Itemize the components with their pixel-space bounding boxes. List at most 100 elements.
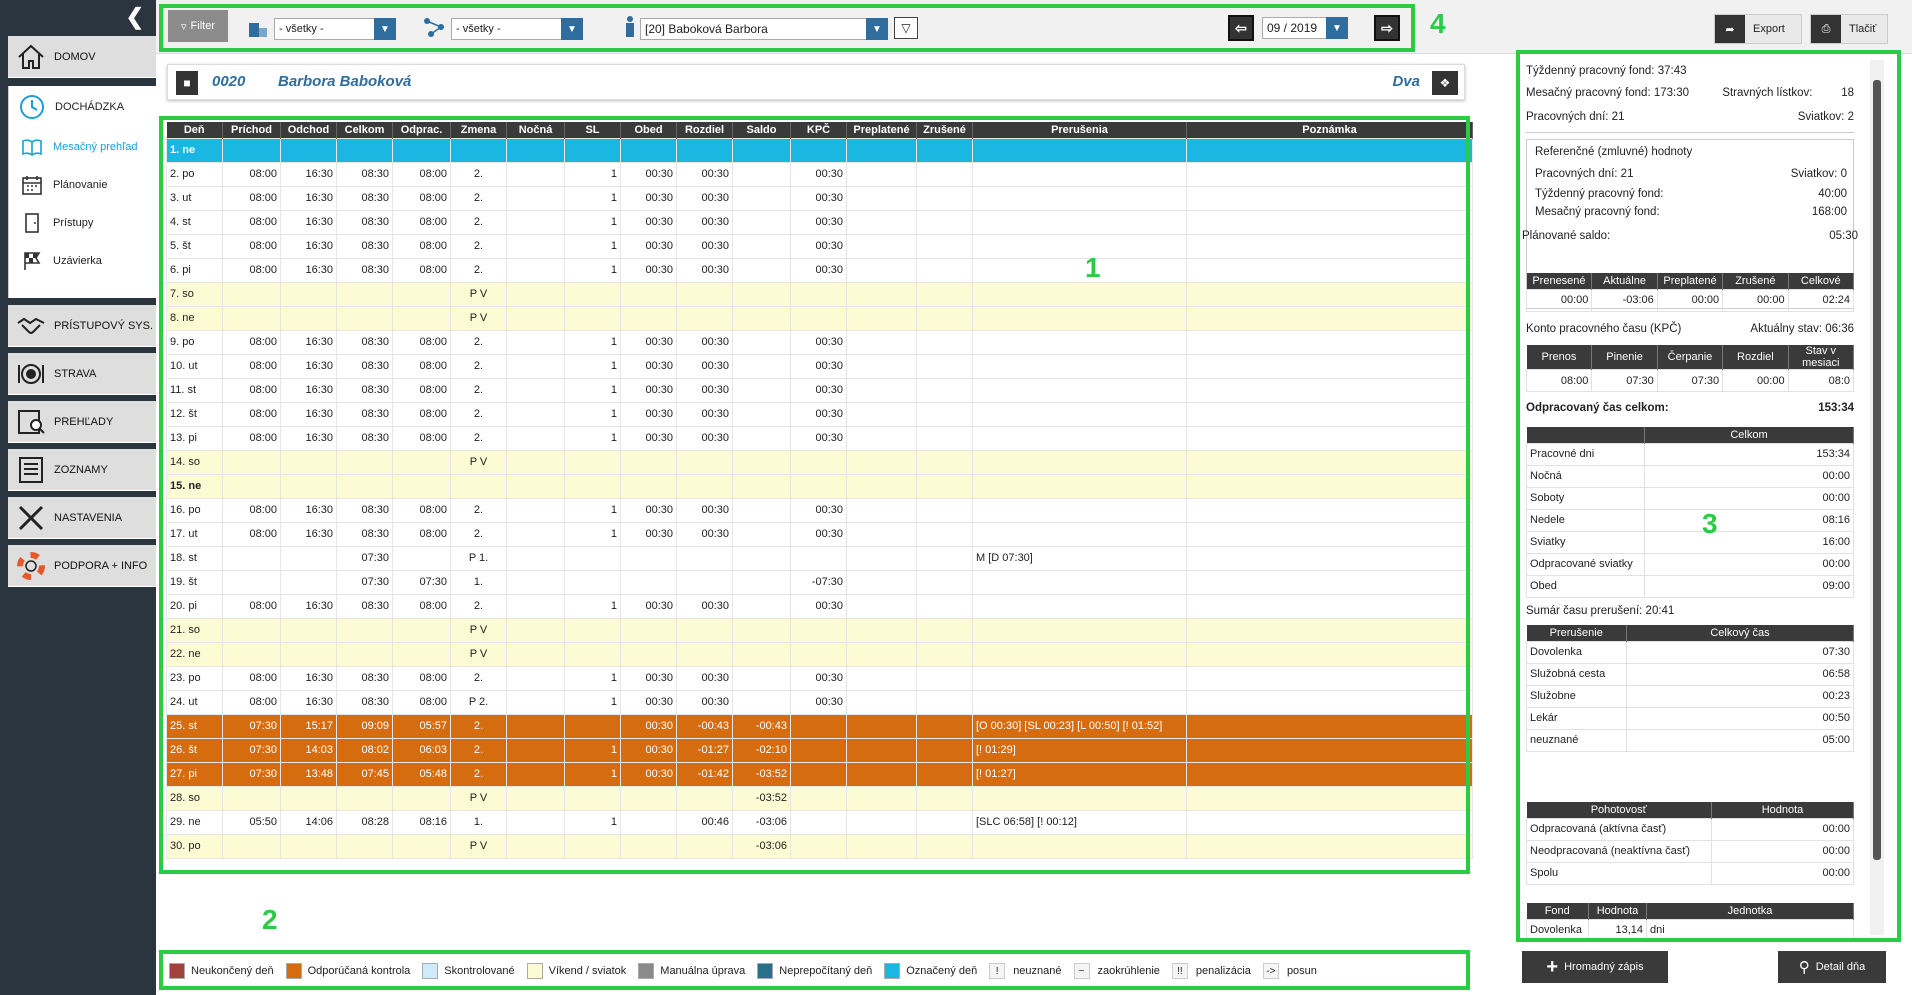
table-cell [392, 641, 451, 667]
table-cell [972, 257, 1187, 283]
table-row[interactable]: 7. so P V [166, 281, 1473, 307]
table-row[interactable]: 8. ne P V [166, 305, 1473, 331]
sidebar-item-podpora[interactable]: PODPORA + INFO [8, 545, 156, 587]
filter-toggle-button[interactable]: ▿ Filter [168, 10, 228, 42]
day-detail-button[interactable]: ⚲ Detail dňa [1778, 951, 1886, 983]
submenu-item-mesacny-prehlad[interactable]: Mesačný prehľad [9, 128, 156, 166]
table-row[interactable]: 20. pi 08:00 16:30 08:30 08:00 2. 1 00:30 00:30 0… [166, 593, 1473, 619]
table-cell [564, 137, 621, 163]
table-row[interactable]: 11. st 08:00 16:30 08:30 08:00 2. 1 00:30 00:30 0… [166, 377, 1473, 403]
table-row[interactable]: Nočná 00:00 [1526, 464, 1854, 488]
sidebar-item-dochadzka[interactable]: DOCHÁDZKA [9, 86, 156, 128]
chevron-down-icon[interactable]: ▼ [374, 18, 396, 40]
sidebar-item-domov[interactable]: DOMOV [8, 36, 156, 78]
table-cell [392, 785, 451, 811]
sidebar-item-zoznamy[interactable]: ZOZNAMY [8, 449, 156, 491]
table-row[interactable]: 5. št 08:00 16:30 08:30 08:00 2. 1 00:30 00:30 00… [166, 233, 1473, 259]
next-period-button[interactable]: ⇨ [1374, 15, 1400, 41]
department-select[interactable]: - všetky - ▼ [274, 18, 396, 40]
chevron-down-icon[interactable]: ▼ [866, 18, 888, 40]
table-cell [506, 185, 565, 211]
previous-period-button[interactable]: ⇦ [1228, 15, 1254, 41]
table-row[interactable]: Obed 09:00 [1526, 574, 1854, 598]
table-row[interactable]: 25. st 07:30 15:17 09:09 05:57 2. 00:30 -00:43-… [166, 713, 1473, 739]
table-row[interactable]: 19. št 07:30 07:30 1. -07:30 [166, 569, 1473, 595]
table-row[interactable]: 30. po P V -03:06 [166, 833, 1473, 859]
table-row[interactable]: Služobná cesta 06:58 [1526, 662, 1854, 686]
table-cell [790, 641, 847, 667]
sidebar-item-strava[interactable]: STRAVA [8, 353, 156, 395]
table-row[interactable]: 29. ne 05:50 14:06 08:28 08:16 1. 1 00:46 -03:06… [166, 809, 1473, 835]
export-button[interactable]: ➦ Export [1714, 14, 1802, 44]
table-row[interactable]: 14. so P V [166, 449, 1473, 475]
table-row[interactable]: Sviatky 16:00 [1526, 530, 1854, 554]
table-row[interactable]: 1. ne [166, 137, 1473, 163]
table-cell [846, 713, 917, 739]
bulk-entry-button[interactable]: + Hromadný zápis [1522, 951, 1668, 983]
chevron-down-icon[interactable]: ▼ [1326, 17, 1348, 39]
table-row[interactable]: 9. po 08:00 16:30 08:30 08:00 2. 1 00:30 00:30 00… [166, 329, 1473, 355]
table-row[interactable]: 15. ne [166, 473, 1473, 499]
table-cell: 08:00 [392, 353, 451, 379]
table-row[interactable]: Spolu 00:00 [1526, 861, 1854, 885]
table-row[interactable]: Služobne 00:23 [1526, 684, 1854, 708]
table-row[interactable]: 3. ut 08:00 16:30 08:30 08:00 2. 1 00:30 00:30 00… [166, 185, 1473, 211]
table-row[interactable]: Nedele 08:16 [1526, 508, 1854, 532]
table-row[interactable]: 26. št 07:30 14:03 08:02 06:03 2. 1 00:30 -01:27… [166, 737, 1473, 763]
table-row[interactable]: Pracovné dni 153:34 [1526, 442, 1854, 466]
table-row[interactable]: Dovolenka 13,14 dni [1526, 918, 1854, 938]
submenu-item-uzavierka[interactable]: Uzávierka [9, 242, 156, 280]
table-row[interactable]: 17. ut 08:00 16:30 08:30 08:00 2. 1 00:30 00:30 0… [166, 521, 1473, 547]
meal-tickets-label: Stravných lístkov: [1722, 87, 1813, 99]
table-row[interactable]: 16. po 08:00 16:30 08:30 08:00 2. 1 00:30 00:30 0… [166, 497, 1473, 523]
sidebar-item-pristupovy-sys[interactable]: PRÍSTUPOVÝ SYS. [8, 305, 156, 347]
table-row[interactable]: 18. st 07:30 P 1. M [D 07:30] [166, 545, 1473, 571]
table-row[interactable]: 6. pi 08:00 16:30 08:30 08:00 2. 1 00:30 00:30 00… [166, 257, 1473, 283]
submenu-item-pristupy[interactable]: Prístupy [9, 204, 156, 242]
print-button[interactable]: ⎙ Tlačiť [1810, 14, 1888, 44]
summary-scrollbar[interactable] [1870, 60, 1884, 935]
table-row[interactable]: Lekár 00:50 [1526, 706, 1854, 730]
lifebuoy-icon [17, 551, 45, 580]
table-row[interactable]: 12. št 08:00 16:30 08:30 08:00 2. 1 00:30 00:30 0… [166, 401, 1473, 427]
table-row[interactable]: 23. po 08:00 16:30 08:30 08:00 2. 1 00:30 00:30 0… [166, 665, 1473, 691]
employee-select[interactable]: [20] Baboková Barbora ▼ [640, 18, 888, 40]
table-row[interactable]: 2. po 08:00 16:30 08:30 08:00 2. 1 00:30 00:30 00… [166, 161, 1473, 187]
table-row[interactable]: 28. so P V -03:52 [166, 785, 1473, 811]
table-cell: 00:00 [1644, 552, 1854, 576]
table-row[interactable]: 13. pi 08:00 16:30 08:30 08:00 2. 1 00:30 00:30 0… [166, 425, 1473, 451]
scrollbar-thumb[interactable] [1873, 80, 1881, 860]
table-cell: 02:24 [1787, 288, 1855, 312]
table-cell: 1 [564, 161, 621, 187]
table-cell [564, 305, 621, 331]
table-row[interactable]: Odpracované sviatky 00:00 [1526, 552, 1854, 576]
table-row[interactable]: 10. ut 08:00 16:30 08:30 08:00 2. 1 00:30 00:30 0… [166, 353, 1473, 379]
table-cell [972, 233, 1187, 259]
table-row[interactable]: 22. ne P V [166, 641, 1473, 667]
ref-workdays-label: Pracovných dní: [1535, 168, 1618, 180]
table-row[interactable]: Odpracovaná (aktívna časť) 00:00 [1526, 817, 1854, 841]
table-cell: 08:28 [336, 809, 393, 835]
table-cell [1186, 641, 1473, 667]
sidebar-item-prehlady[interactable]: PREHĽADY [8, 401, 156, 443]
table-row[interactable]: Dovolenka 07:30 [1526, 640, 1854, 664]
table-row[interactable]: Neodpracovaná (neaktívna časť) 00:00 [1526, 839, 1854, 863]
table-row[interactable]: 27. pi 07:30 13:48 07:45 05:48 2. 1 00:30 -01:42… [166, 761, 1473, 787]
table-cell [620, 617, 677, 643]
legend-label: Skontrolované [444, 965, 515, 977]
table-row[interactable]: Soboty 00:00 [1526, 486, 1854, 510]
chevron-down-icon[interactable]: ▼ [561, 18, 583, 40]
funnel-filter-button[interactable]: ▽ [894, 17, 918, 39]
submenu-item-planovanie[interactable]: Plánovanie [9, 166, 156, 204]
funnel-icon: ▽ [901, 21, 911, 35]
table-row[interactable]: 4. st 08:00 16:30 08:30 08:00 2. 1 00:30 00:30 00… [166, 209, 1473, 235]
table-row[interactable]: neuznané 05:00 [1526, 728, 1854, 752]
shift-settings-icon[interactable]: ❖ [1432, 71, 1458, 95]
collapse-sidebar-icon[interactable]: ❮ [126, 6, 144, 28]
sidebar-item-nastavenia[interactable]: NASTAVENIA [8, 497, 156, 539]
group-select[interactable]: - všetky - ▼ [451, 18, 583, 40]
period-select[interactable]: 09 / 2019 ▼ [1262, 17, 1348, 39]
table-cell: 2. [450, 665, 507, 691]
table-row[interactable]: 21. so P V [166, 617, 1473, 643]
table-row[interactable]: 24. ut 08:00 16:30 08:30 08:00 P 2. 1 00:30 00:3… [166, 689, 1473, 715]
